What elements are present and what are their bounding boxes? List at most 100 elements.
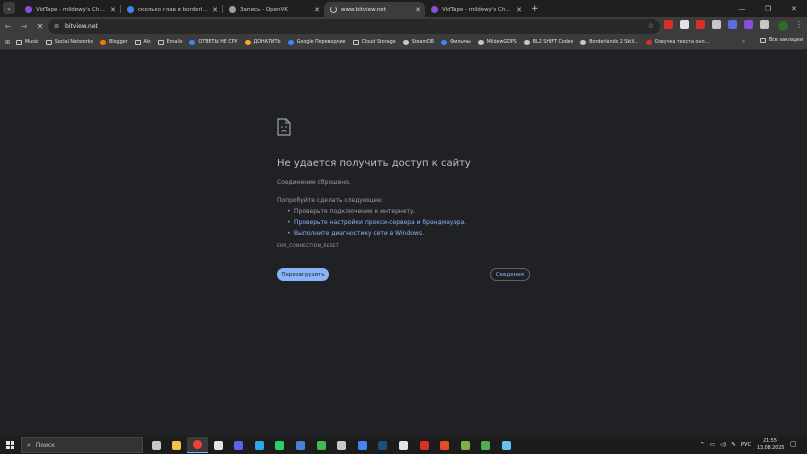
notification-icon[interactable]: ▢ <box>790 440 797 448</box>
bookmark-label: BL2 SHIFT Codes <box>532 40 574 45</box>
taskbar-app-icon[interactable] <box>414 437 435 453</box>
bookmark-item[interactable]: Social Networks <box>45 40 93 45</box>
taskbar-app-icon[interactable] <box>496 437 517 453</box>
tab-0[interactable]: VidTape - mildewy's Channel ✕ <box>19 2 120 17</box>
bookmark-item[interactable]: Als <box>134 40 151 45</box>
start-button[interactable] <box>0 436 20 454</box>
tab-3[interactable]: www.bitview.net ✕ <box>324 2 425 17</box>
tab-4[interactable]: VidTape - mildewy's Channel ✕ <box>425 2 526 17</box>
tab-1[interactable]: сколько глав в borderlands th... ✕ <box>121 2 222 17</box>
extension-icon[interactable] <box>760 20 769 29</box>
taskbar-app-icon[interactable] <box>311 437 332 453</box>
app-icon <box>419 440 429 450</box>
bookmark-item[interactable]: Music <box>16 40 39 45</box>
minimize-icon[interactable]: — <box>729 0 755 17</box>
menu-dots-icon[interactable]: ⋮ <box>795 20 803 29</box>
blogger-icon <box>99 40 106 45</box>
bookmark-item[interactable]: Фильмы <box>441 40 471 45</box>
taskbar-app-icon[interactable] <box>270 437 291 453</box>
taskbar-app-icon[interactable] <box>208 437 229 453</box>
bookmark-item[interactable]: Emails <box>157 40 182 45</box>
taskbar-app-icon[interactable] <box>393 437 414 453</box>
bookmark-item[interactable]: Google Переводчик <box>287 40 346 45</box>
taskbar-app-icon[interactable] <box>290 437 311 453</box>
close-icon[interactable]: ✕ <box>516 6 522 14</box>
app-icon <box>357 440 367 450</box>
all-bookmarks-button[interactable]: Все закладки <box>760 38 803 43</box>
reload-button[interactable]: Перезагрузить <box>277 268 329 281</box>
tab-search-button[interactable]: ⌄ <box>3 1 15 14</box>
taskbar-app-icon[interactable] <box>352 437 373 453</box>
clock[interactable]: 21:55 13.08.2025 <box>757 438 784 452</box>
extension-icon[interactable] <box>680 20 689 29</box>
bookmark-item[interactable]: Blogger <box>99 40 128 45</box>
taskbar-app-icon[interactable] <box>228 437 249 453</box>
profile-avatar[interactable] <box>778 21 788 31</box>
app-icon <box>151 440 161 450</box>
bookmark-item[interactable]: MildewGDPS <box>477 40 517 45</box>
bookmark-label: Social Networks <box>54 40 93 45</box>
bookmark-item[interactable]: Cloud Storage <box>352 40 396 45</box>
close-icon[interactable]: ✕ <box>314 6 320 14</box>
bookmark-item[interactable]: SteamDB <box>402 40 434 45</box>
back-button[interactable]: ← <box>0 19 16 35</box>
forward-button[interactable]: → <box>16 19 32 35</box>
network-icon[interactable]: ▭ <box>710 442 715 448</box>
taskbar-app-icon[interactable] <box>476 437 497 453</box>
extension-icon[interactable] <box>664 20 673 29</box>
new-tab-button[interactable]: + <box>531 4 539 14</box>
restore-icon[interactable]: ❐ <box>755 0 781 17</box>
chevron-up-icon[interactable]: ^ <box>700 442 705 448</box>
taskbar-app-icon[interactable] <box>455 437 476 453</box>
taskbar-app-icon[interactable] <box>331 437 352 453</box>
site-icon <box>645 40 652 45</box>
translate-icon <box>287 40 294 45</box>
network-diagnostics-link[interactable]: Выполните диагностику сети в Windows. <box>294 230 424 237</box>
site-icon <box>402 40 409 45</box>
close-icon[interactable]: ✕ <box>110 6 116 14</box>
language-indicator[interactable]: РУС <box>741 442 752 448</box>
search-placeholder: Поиск <box>35 441 55 449</box>
site-info-icon[interactable]: ⊜ <box>54 23 59 30</box>
taskbar-app-icon[interactable] <box>373 437 394 453</box>
proxy-settings-link[interactable]: Проверьте настройки прокси-сервера и бра… <box>294 219 466 226</box>
apps-grid-icon[interactable]: ⊞ <box>5 39 10 46</box>
app-icon <box>481 440 491 450</box>
extension-icon[interactable] <box>744 20 753 29</box>
bookmark-item[interactable]: Озвучка текста онл... <box>645 40 710 45</box>
bookmark-item[interactable]: ДОНАТИТЬ <box>244 40 281 45</box>
pen-icon[interactable]: ✎ <box>731 442 736 448</box>
extensions-area <box>664 20 776 29</box>
stop-button[interactable]: ✕ <box>32 19 48 35</box>
suggestion-item: Проверьте подключение к интернету. <box>287 208 537 215</box>
more-bookmarks-button[interactable]: » <box>742 39 745 45</box>
bookmark-item[interactable]: BL2 SHIFT Codes <box>523 40 574 45</box>
taskbar-app-icon[interactable] <box>434 437 455 453</box>
tab-2[interactable]: Запись - OpenVK ✕ <box>223 2 324 17</box>
close-icon[interactable]: ✕ <box>415 6 421 14</box>
app-icon <box>398 440 408 450</box>
extension-icon[interactable] <box>712 20 721 29</box>
app-icon <box>501 440 511 450</box>
extension-icon[interactable] <box>696 20 705 29</box>
address-bar[interactable]: ⊜ bitview.net ☆ <box>48 19 660 34</box>
taskbar-app-icon[interactable] <box>146 437 167 453</box>
bookmark-label: Озвучка текста онл... <box>654 40 710 45</box>
system-tray: ^ ▭ ◁) ✎ РУС <box>700 436 756 454</box>
error-code: ERR_CONNECTION_RESET <box>277 244 339 249</box>
extension-icon[interactable] <box>728 20 737 29</box>
bookmark-item[interactable]: Borderlands 2 Skill... <box>580 40 639 45</box>
taskbar-search[interactable]: ⌕ Поиск <box>21 437 143 453</box>
taskbar-app-icon[interactable] <box>167 437 188 453</box>
url-text: bitview.net <box>65 23 98 30</box>
bookmark-star-icon[interactable]: ☆ <box>648 22 654 30</box>
close-window-icon[interactable]: ✕ <box>781 0 807 17</box>
close-icon[interactable]: ✕ <box>212 6 218 14</box>
bookmark-label: ДОНАТИТЬ <box>253 40 281 45</box>
volume-icon[interactable]: ◁) <box>720 442 726 448</box>
bookmark-item[interactable]: ОТВЕТЫ НЕ СРУ <box>189 40 238 45</box>
clock-time: 21:55 <box>763 439 777 444</box>
details-button[interactable]: Сведения <box>490 268 530 281</box>
taskbar-app-icon[interactable] <box>187 437 208 453</box>
taskbar-app-icon[interactable] <box>249 437 270 453</box>
